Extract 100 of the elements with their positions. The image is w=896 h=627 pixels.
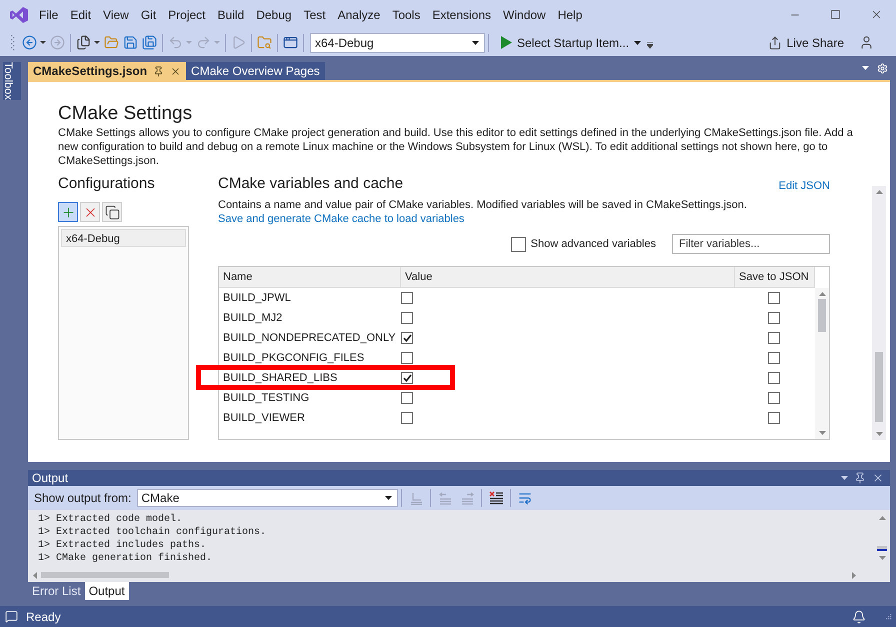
save-checkbox[interactable] bbox=[768, 332, 780, 344]
table-cell-text: BUILD_VIEWER bbox=[222, 410, 306, 426]
value-checkbox[interactable] bbox=[401, 392, 413, 404]
table-cell-text: BUILD_JPWL bbox=[222, 290, 292, 306]
status-text: Ready bbox=[26, 608, 61, 626]
column-header[interactable]: Save to JSON bbox=[734, 267, 815, 288]
pin-icon[interactable] bbox=[854, 472, 866, 484]
show-advanced-checkbox[interactable] bbox=[510, 236, 526, 252]
menu-item[interactable]: Debug bbox=[250, 6, 298, 22]
live-share-button[interactable]: Live Share bbox=[768, 34, 844, 52]
menu-item[interactable]: File bbox=[33, 6, 64, 22]
undo-icon bbox=[168, 35, 183, 50]
menu-item[interactable]: View bbox=[97, 6, 135, 22]
edit-json-link[interactable]: Edit JSON bbox=[778, 178, 830, 194]
caret-icon bbox=[40, 41, 46, 44]
menu-item[interactable]: Analyze bbox=[332, 6, 386, 22]
word-wrap-icon bbox=[518, 491, 532, 505]
vertical-scrollbar[interactable] bbox=[872, 186, 886, 440]
section-heading: CMake variables and cache bbox=[218, 174, 404, 194]
caret-icon bbox=[472, 40, 479, 44]
caret-icon bbox=[94, 41, 100, 44]
output-line: 1> Extracted includes paths. bbox=[38, 539, 208, 552]
scroll-left-icon bbox=[33, 572, 37, 578]
save-checkbox[interactable] bbox=[768, 372, 780, 384]
menu-item[interactable]: Window bbox=[497, 6, 552, 22]
circle-arrow-left-icon bbox=[22, 35, 37, 50]
grip-icon bbox=[11, 34, 15, 50]
table-cell-text: BUILD_SHARED_LIBS bbox=[222, 370, 338, 386]
settings-icon[interactable] bbox=[877, 62, 888, 74]
value-checkbox[interactable] bbox=[401, 352, 413, 364]
output-source-dropdown[interactable]: CMake bbox=[137, 489, 398, 507]
configuration-dropdown[interactable]: x64-Debug bbox=[310, 32, 485, 52]
save-checkbox[interactable] bbox=[768, 412, 780, 424]
table-cell-text: BUILD_TESTING bbox=[222, 390, 310, 406]
copy-configuration-button[interactable] bbox=[102, 202, 122, 222]
chat-bubble-icon[interactable] bbox=[5, 610, 18, 623]
scroll-up-icon bbox=[878, 516, 886, 520]
maximize-icon[interactable] bbox=[830, 9, 841, 20]
play-outline-icon bbox=[231, 35, 246, 50]
scrollbar-thumb[interactable] bbox=[41, 572, 169, 578]
menu-item[interactable]: Test bbox=[298, 6, 332, 22]
close-icon[interactable] bbox=[170, 66, 182, 76]
value-checkbox[interactable] bbox=[401, 312, 413, 324]
value-checkbox[interactable] bbox=[401, 372, 413, 384]
menu-item[interactable]: Build bbox=[212, 6, 250, 22]
scrollbar-thumb[interactable] bbox=[875, 352, 883, 422]
overflow-icon[interactable] bbox=[647, 42, 654, 49]
menu-item[interactable]: Git bbox=[134, 6, 162, 22]
value-checkbox[interactable] bbox=[401, 412, 413, 424]
variables-description: Contains a name and value pair of CMake variables. Modified variables will be saved in CMakeSettings.json. bbox=[218, 198, 748, 212]
value-checkbox[interactable] bbox=[401, 332, 413, 344]
document-tab[interactable]: CMake Overview Pages bbox=[186, 62, 325, 80]
value-checkbox[interactable] bbox=[401, 292, 413, 304]
menu-item[interactable]: Project bbox=[162, 6, 212, 22]
caret-icon bbox=[634, 40, 642, 44]
folder-search-icon bbox=[257, 35, 272, 50]
window-icon bbox=[283, 35, 298, 50]
save-checkbox[interactable] bbox=[768, 392, 780, 404]
document-tab[interactable]: CMakeSettings.json bbox=[28, 62, 186, 80]
person-icon[interactable] bbox=[859, 35, 874, 50]
caret-icon bbox=[214, 41, 220, 44]
output-line: 1> Extracted code model. bbox=[38, 513, 184, 526]
scroll-up-icon bbox=[818, 292, 826, 296]
caret-icon bbox=[186, 41, 192, 44]
menu-item[interactable]: Tools bbox=[386, 6, 426, 22]
menu-item[interactable]: Help bbox=[552, 6, 588, 22]
menu-item[interactable]: Edit bbox=[64, 6, 98, 22]
close-icon[interactable] bbox=[872, 472, 884, 484]
tool-window-tab[interactable]: Error List bbox=[28, 582, 85, 600]
output-line: 1> CMake generation finished. bbox=[38, 552, 214, 565]
add-configuration-button[interactable] bbox=[58, 202, 78, 222]
filter-field[interactable]: Filter variables... bbox=[672, 234, 830, 254]
column-header[interactable]: Name bbox=[219, 267, 400, 288]
scroll-up-icon bbox=[876, 190, 882, 194]
pin-icon[interactable] bbox=[153, 66, 164, 76]
column-header[interactable]: Value bbox=[400, 267, 734, 288]
scrollbar-thumb[interactable] bbox=[818, 299, 826, 332]
underline-lines-icon bbox=[410, 492, 423, 504]
panel-title: Output bbox=[32, 470, 68, 486]
save-checkbox[interactable] bbox=[768, 292, 780, 304]
copy-icon bbox=[104, 204, 120, 220]
page-description: CMake Settings allows you to configure CMake project generation and build. Use this editor to edit settings defined in the underlying CMakeSettings.json file. Add a new configuration to build and debug on a remote Linux machine or the Windows Subsystem for Linux (WSL). To edit additional settings not shown here, go to CMakeSettings.json. bbox=[58, 126, 854, 168]
scroll-down-icon bbox=[876, 432, 882, 436]
menu-item[interactable]: Extensions bbox=[426, 6, 498, 22]
scroll-right-icon bbox=[852, 572, 856, 578]
save-checkbox[interactable] bbox=[768, 312, 780, 324]
vertical-scrollbar[interactable] bbox=[815, 288, 829, 439]
generate-cache-link[interactable]: Save and generate CMake cache to load variables bbox=[218, 212, 830, 226]
configuration-item[interactable]: x64-Debug bbox=[61, 229, 186, 247]
arrow-left-lines-icon bbox=[438, 492, 452, 504]
save-checkbox[interactable] bbox=[768, 352, 780, 364]
scrollbar-thumb[interactable] bbox=[877, 546, 887, 551]
clear-lines-icon bbox=[489, 491, 504, 505]
tool-window-tab[interactable]: Output bbox=[84, 582, 129, 600]
side-tab[interactable]: Toolbox bbox=[3, 62, 21, 100]
arrow-right-lines-icon bbox=[460, 492, 474, 504]
startup-item-button[interactable]: Select Startup Item... bbox=[501, 34, 642, 52]
output-line: 1> Extracted toolchain configurations. bbox=[38, 526, 268, 539]
scroll-down-icon bbox=[878, 556, 886, 560]
bell-icon[interactable] bbox=[852, 610, 866, 624]
